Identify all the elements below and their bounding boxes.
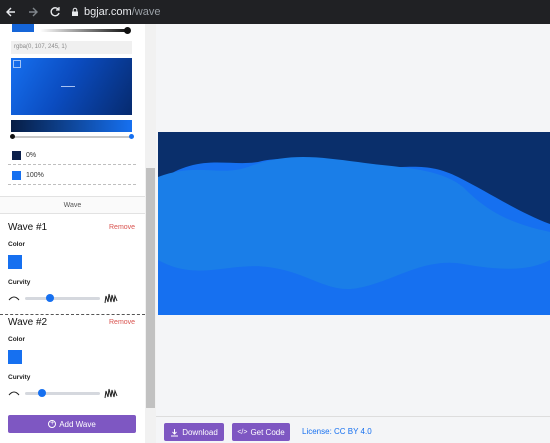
wave-preview-canvas (158, 132, 550, 315)
download-icon (171, 428, 179, 436)
flat-curve-icon (8, 296, 20, 301)
wave-color-swatch[interactable] (8, 350, 22, 364)
wave-section-header: Wave (0, 196, 145, 214)
color-label: Color (8, 336, 25, 343)
settings-sidebar: rgba(0, 107, 245, 1) 0% 100% Wave Wave #… (0, 24, 145, 443)
plus-icon: + (48, 420, 57, 428)
stop-color-swatch[interactable] (12, 151, 21, 160)
lock-icon (72, 7, 78, 16)
stop-label: 0% (26, 152, 37, 159)
curvity-label: Curvity (8, 374, 31, 381)
wave-title: Wave #1 (8, 222, 48, 233)
wave-divider (0, 314, 145, 315)
scrollbar-thumb[interactable] (146, 168, 155, 408)
curvity-label: Curvity (8, 279, 31, 286)
add-wave-label: Add Wave (59, 419, 96, 429)
color-label: Color (8, 241, 25, 248)
back-button[interactable] (0, 0, 22, 24)
picker-indicator (61, 86, 75, 87)
rgba-input[interactable]: rgba(0, 107, 245, 1) (11, 41, 132, 54)
code-icon: </> (237, 428, 248, 436)
sidebar-scrollbar[interactable] (145, 24, 156, 443)
curvity-slider-knob[interactable] (46, 294, 54, 302)
get-code-button[interactable]: </> Get Code (232, 423, 290, 441)
stop-color-swatch[interactable] (12, 171, 21, 180)
get-code-label: Get Code (250, 427, 285, 437)
gradient-stop-handle-end[interactable] (129, 134, 134, 139)
opacity-slider[interactable] (40, 29, 128, 32)
reload-button[interactable] (44, 0, 66, 24)
gradient-stop-row[interactable]: 100% (8, 167, 136, 185)
wavy-curve-icon (104, 388, 118, 399)
gradient-stop-handle-start[interactable] (10, 134, 15, 139)
curvity-control (8, 292, 138, 304)
url-host: bgjar.com (84, 6, 132, 18)
wave-title: Wave #2 (8, 317, 48, 328)
browser-toolbar: bgjar.com/wave (0, 0, 550, 24)
reload-icon (50, 7, 60, 17)
back-arrow-icon (6, 7, 15, 17)
download-button[interactable]: Download (164, 423, 224, 441)
opacity-slider-knob[interactable] (124, 27, 131, 34)
wave-color-swatch[interactable] (8, 255, 22, 269)
forward-arrow-icon (29, 7, 38, 17)
remove-wave-button[interactable]: Remove (109, 224, 135, 231)
action-bar: Download </> Get Code License: CC BY 4.0 (156, 416, 550, 443)
wavy-curve-icon (104, 293, 118, 304)
add-wave-button[interactable]: + Add Wave (8, 415, 136, 433)
gradient-stop-track[interactable] (11, 136, 132, 138)
address-bar[interactable]: bgjar.com/wave (70, 0, 160, 24)
gradient-stop-row[interactable]: 0% (8, 147, 136, 165)
forward-button[interactable] (22, 0, 44, 24)
curvity-slider[interactable] (25, 392, 100, 395)
download-label: Download (182, 427, 218, 437)
curvity-slider[interactable] (25, 297, 100, 300)
gradient-preview-bar (11, 120, 132, 132)
stop-label: 100% (26, 172, 44, 179)
url-path: /wave (131, 6, 161, 18)
preview-area: Download </> Get Code License: CC BY 4.0 (156, 24, 550, 443)
picker-handle-icon[interactable] (13, 60, 21, 68)
remove-wave-button[interactable]: Remove (109, 319, 135, 326)
current-color-swatch[interactable] (12, 24, 34, 32)
curvity-slider-knob[interactable] (38, 389, 46, 397)
license-link[interactable]: License: CC BY 4.0 (302, 427, 372, 436)
flat-curve-icon (8, 391, 20, 396)
curvity-control (8, 387, 138, 399)
color-picker-area[interactable] (11, 58, 132, 115)
